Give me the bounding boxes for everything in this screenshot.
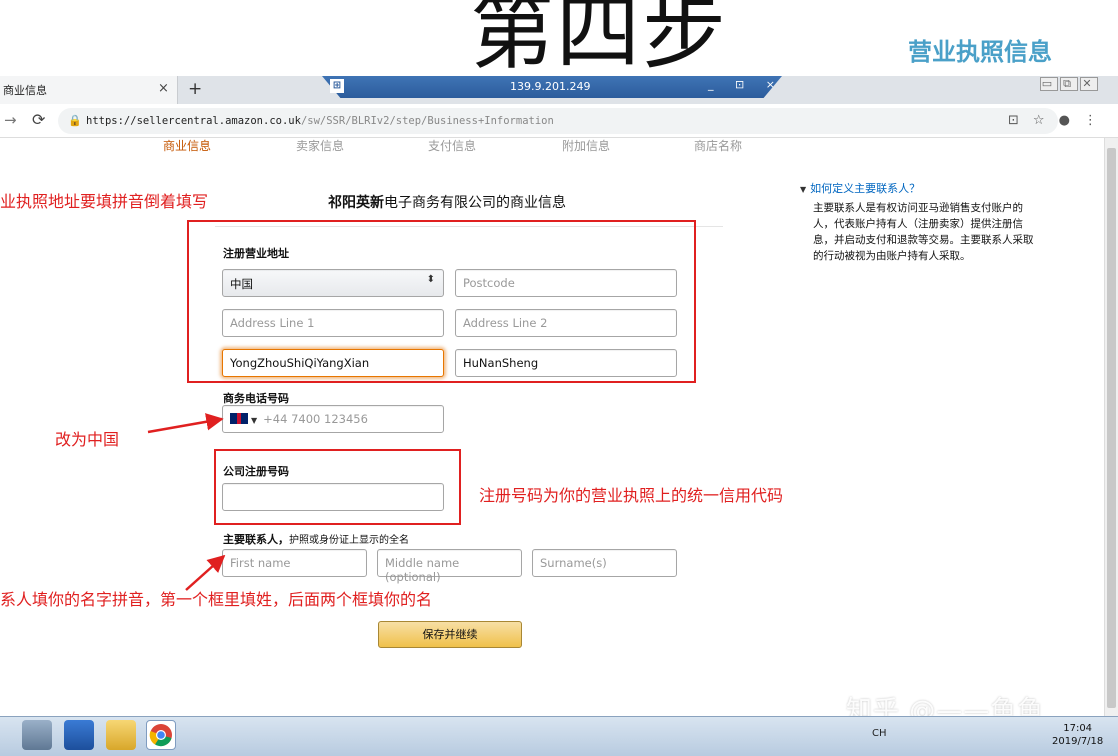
translate-icon[interactable]: ⊡ <box>1008 113 1033 128</box>
system-tray: CH <box>872 728 887 739</box>
step-subtitle-overlay: 营业执照信息 <box>908 38 1052 66</box>
middle-name-input[interactable]: Middle name (optional) <box>377 549 522 584</box>
phone-label: 商务电话号码 <box>223 392 289 405</box>
screenshot-stage: 第四步 营业执照信息 商业信息 × + ⊞ 139.9.201.249 _ ⊡ … <box>0 0 1118 756</box>
lock-icon: 🔒 <box>68 114 82 127</box>
server-manager-icon[interactable] <box>22 720 52 750</box>
business-info-title: 祁阳英新电子商务有限公司的商业信息 <box>328 192 566 212</box>
address-annotation: 业执照地址要填拼音倒着填写 <box>0 192 209 211</box>
clock-date: 2019/7/18 <box>1052 736 1104 747</box>
step-business-info[interactable]: 商业信息 <box>163 137 211 154</box>
explorer-icon[interactable] <box>106 720 136 750</box>
name-annotation: 系人填你的名字拼音，第一个框里填姓，后面两个框填你的名 <box>0 590 433 609</box>
surname-input[interactable]: Surname(s) <box>532 549 677 577</box>
address-highlight-box <box>187 220 696 383</box>
browser-toolbar-icons: ⊡☆●⋮ <box>1008 113 1111 128</box>
step-seller-info[interactable]: 卖家信息 <box>296 137 344 154</box>
vertical-scrollbar[interactable] <box>1104 138 1118 716</box>
company-name: 祁阳英新 <box>328 195 384 211</box>
contact-label-rest: 护照或身份证上显示的全名 <box>289 535 409 546</box>
url-text: https://sellercentral.amazon.co.uk/sw/SS… <box>86 115 554 127</box>
chrome-icon[interactable] <box>146 720 176 750</box>
name-arrow <box>185 554 226 591</box>
contact-label: 主要联系人，护照或身份证上显示的全名 <box>223 531 409 547</box>
tab-title: 商业信息 <box>3 84 47 97</box>
phone-placeholder: +44 7400 123456 <box>263 412 368 426</box>
new-tab-button[interactable]: + <box>188 79 202 99</box>
business-info-title-rest: 电子商务有限公司的商业信息 <box>384 195 566 211</box>
step-additional-info[interactable]: 附加信息 <box>562 137 610 154</box>
url-host: https://sellercentral.amazon.co.uk <box>86 115 301 127</box>
powershell-icon[interactable] <box>64 720 94 750</box>
restore-icon[interactable]: ⧉ <box>1060 77 1078 91</box>
remote-ip-label: 139.9.201.249 <box>510 80 591 93</box>
phone-input[interactable]: ▼ +44 7400 123456 <box>222 405 444 433</box>
language-indicator[interactable]: CH <box>872 728 887 739</box>
menu-icon[interactable]: ⋮ <box>1084 113 1111 128</box>
pin-icon[interactable]: ⊞ <box>330 79 344 93</box>
reload-icon[interactable]: ⟳ <box>32 110 45 129</box>
step-payment-info[interactable]: 支付信息 <box>428 137 476 154</box>
chevron-down-icon[interactable]: ▼ <box>251 416 257 425</box>
help-link[interactable]: ▼ 如何定义主要联系人？ <box>800 180 920 196</box>
window-controls: ▭ ⧉ ✕ <box>1040 77 1100 91</box>
chrome-logo <box>149 724 172 747</box>
close-tab-icon[interactable]: × <box>158 81 169 96</box>
phone-arrow <box>147 413 224 434</box>
uk-flag-icon[interactable] <box>230 413 248 424</box>
contact-label-bold: 主要联系人， <box>223 533 289 546</box>
profile-icon[interactable]: ● <box>1059 113 1084 128</box>
bookmark-star-icon[interactable]: ☆ <box>1033 113 1059 128</box>
taskbar-clock[interactable]: 17:04 2019/7/18 <box>1052 722 1103 748</box>
regno-annotation: 注册号码为你的营业执照上的统一信用代码 <box>479 486 784 505</box>
step-store-name[interactable]: 商店名称 <box>694 137 742 154</box>
browser-tab[interactable]: 商业信息 × <box>0 76 178 104</box>
url-path: /sw/SSR/BLRIv2/step/Business+Information <box>300 115 554 127</box>
close-window-icon[interactable]: ✕ <box>1080 77 1098 91</box>
regno-highlight-box <box>214 449 461 525</box>
clock-time: 17:04 <box>1063 723 1093 734</box>
first-name-input[interactable]: First name <box>222 549 367 577</box>
step-title-overlay: 第四步 <box>470 0 729 81</box>
phone-annotation: 改为中国 <box>55 430 120 449</box>
expand-triangle-icon: ▼ <box>800 185 807 194</box>
scrollbar-thumb[interactable] <box>1107 148 1116 708</box>
minimize-icon[interactable]: ▭ <box>1040 77 1058 91</box>
browser-address-bar: → ⟳ 🔒 https://sellercentral.amazon.co.uk… <box>0 104 1118 138</box>
forward-arrow-icon[interactable]: → <box>4 111 17 129</box>
help-title: 如何定义主要联系人？ <box>810 182 921 195</box>
help-text: 主要联系人是有权访问亚马逊销售支付账户的人，代表账户持有人（注册卖家）提供注册信… <box>813 202 1034 262</box>
save-and-continue-button[interactable]: 保存并继续 <box>378 621 522 648</box>
